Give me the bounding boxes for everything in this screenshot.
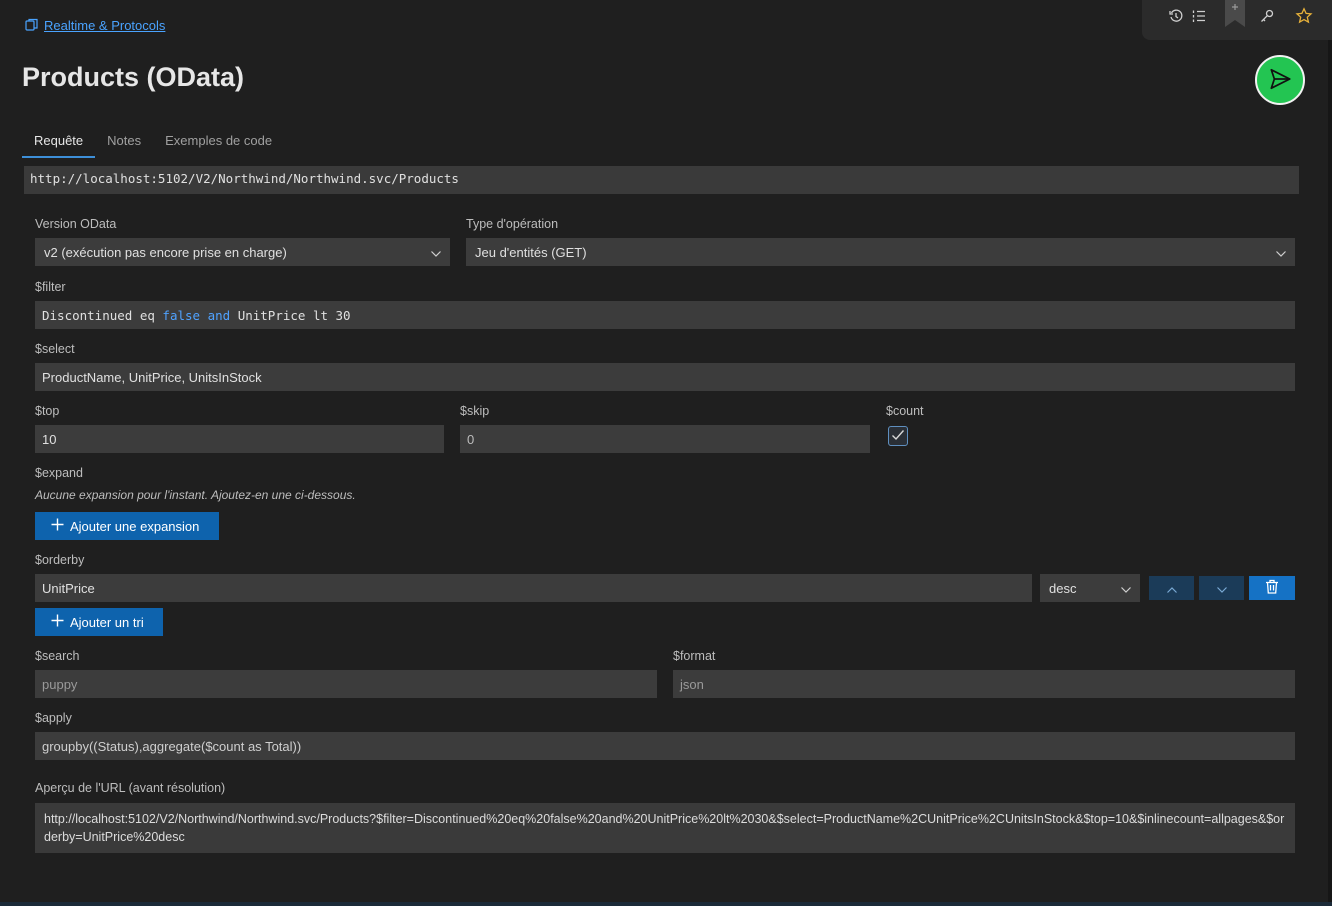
breadcrumb: Realtime & Protocols xyxy=(24,17,165,33)
send-icon xyxy=(1267,66,1293,95)
add-expansion-label: Ajouter une expansion xyxy=(70,518,200,534)
orderby-direction-value: desc xyxy=(1049,580,1077,596)
checkmark-icon xyxy=(891,429,905,444)
count-checkbox[interactable] xyxy=(888,426,908,446)
move-up-button[interactable] xyxy=(1149,576,1194,600)
skip-label: $skip xyxy=(460,404,490,418)
chevron-down-icon xyxy=(431,245,441,260)
add-sort-label: Ajouter un tri xyxy=(70,614,144,630)
add-expansion-button[interactable]: Ajouter une expansion xyxy=(35,512,219,540)
filter-token xyxy=(200,308,208,323)
list-icon[interactable] xyxy=(1189,6,1209,26)
status-strip xyxy=(0,902,1332,906)
bookmark-icon[interactable] xyxy=(1225,0,1245,27)
format-input[interactable]: json xyxy=(673,670,1295,698)
filter-token: UnitPrice lt 30 xyxy=(230,307,351,323)
tab-code-samples[interactable]: Exemples de code xyxy=(153,130,284,158)
add-sort-button[interactable]: Ajouter un tri xyxy=(35,608,163,636)
top-label: $top xyxy=(35,404,60,418)
trash-icon xyxy=(1265,579,1279,597)
orderby-label: $orderby xyxy=(35,553,85,567)
send-button[interactable] xyxy=(1255,55,1305,105)
expand-hint: Aucune expansion pour l'instant. Ajoutez… xyxy=(35,488,356,502)
count-label: $count xyxy=(886,404,924,418)
tab-request[interactable]: Requête xyxy=(22,130,96,158)
operation-type-value: Jeu d'entités (GET) xyxy=(475,244,587,260)
select-input[interactable]: ProductName, UnitPrice, UnitsInStock xyxy=(35,363,1295,391)
orderby-field-input[interactable]: UnitPrice xyxy=(35,574,1032,602)
collection-icon xyxy=(24,17,40,33)
odata-version-label: Version OData xyxy=(35,217,117,231)
delete-sort-button[interactable] xyxy=(1249,576,1295,600)
select-label: $select xyxy=(35,342,75,356)
star-icon[interactable] xyxy=(1294,6,1314,26)
plus-icon xyxy=(51,614,64,630)
filter-keyword: and xyxy=(207,307,231,323)
odata-version-value: v2 (exécution pas encore prise en charge… xyxy=(44,244,287,260)
chevron-down-icon xyxy=(1216,581,1227,596)
orderby-direction-select[interactable]: desc xyxy=(1040,574,1140,602)
search-label: $search xyxy=(35,649,80,663)
search-input[interactable]: puppy xyxy=(35,670,657,698)
odata-version-select[interactable]: v2 (exécution pas encore prise en charge… xyxy=(35,238,450,266)
plus-icon xyxy=(51,518,64,534)
tab-bar: Requête Notes Exemples de code xyxy=(22,130,284,158)
apply-label: $apply xyxy=(35,711,72,725)
move-down-button[interactable] xyxy=(1199,576,1244,600)
breadcrumb-link[interactable]: Realtime & Protocols xyxy=(44,18,165,33)
filter-keyword: false xyxy=(162,307,201,323)
top-toolbar xyxy=(1142,0,1332,40)
format-label: $format xyxy=(673,649,716,663)
top-input[interactable]: 10 xyxy=(35,425,444,453)
filter-label: $filter xyxy=(35,280,66,294)
skip-input[interactable]: 0 xyxy=(460,425,870,453)
url-preview-label: Aperçu de l'URL (avant résolution) xyxy=(35,781,226,795)
request-url-field[interactable]: http://localhost:5102/V2/Northwind/North… xyxy=(24,166,1299,194)
filter-input[interactable]: Discontinued eq false and UnitPrice lt 3… xyxy=(35,301,1295,329)
url-preview: http://localhost:5102/V2/Northwind/North… xyxy=(35,803,1295,853)
operation-type-select[interactable]: Jeu d'entités (GET) xyxy=(466,238,1295,266)
chevron-down-icon xyxy=(1121,581,1131,596)
history-icon[interactable] xyxy=(1166,6,1186,26)
chevron-up-icon xyxy=(1166,581,1177,596)
window-edge xyxy=(1328,40,1332,902)
page-title: Products (OData) xyxy=(22,62,245,92)
tab-notes[interactable]: Notes xyxy=(95,130,153,158)
chevron-down-icon xyxy=(1276,245,1286,260)
operation-type-label: Type d'opération xyxy=(466,217,559,231)
key-icon[interactable] xyxy=(1257,6,1277,26)
expand-label: $expand xyxy=(35,466,83,480)
apply-input[interactable]: groupby((Status),aggregate($count as Tot… xyxy=(35,732,1295,760)
filter-token: Discontinued eq xyxy=(42,307,163,323)
